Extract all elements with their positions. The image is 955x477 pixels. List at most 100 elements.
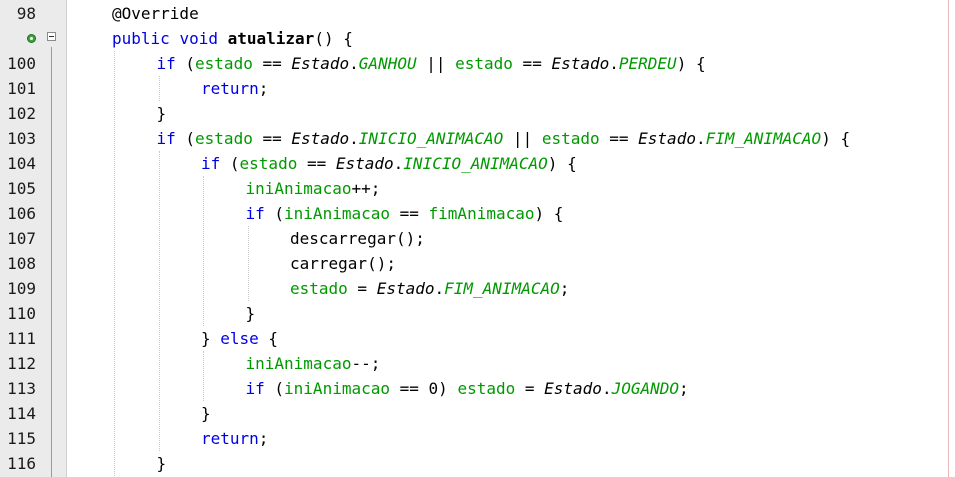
code-token: . bbox=[434, 279, 445, 298]
code-token: estado bbox=[195, 129, 253, 148]
line-number: 109 bbox=[7, 279, 36, 298]
code-token: @Override bbox=[112, 4, 199, 23]
code-text: public void atualizar() { bbox=[112, 26, 353, 51]
code-token: PERDEU bbox=[618, 54, 677, 73]
code-text: return; bbox=[201, 76, 268, 101]
code-line[interactable]: 113 if (iniAnimacao == 0) estado = Estado… bbox=[0, 376, 955, 401]
code-text: estado = Estado.FIM_ANIMACAO; bbox=[290, 276, 569, 301]
code-token: descarregar(); bbox=[290, 229, 425, 248]
code-token: || bbox=[416, 54, 456, 73]
code-line[interactable]: 107 descarregar(); bbox=[0, 226, 955, 251]
code-token: ( bbox=[175, 129, 196, 148]
code-text: if (estado == Estado.INICIO_ANIMACAO || … bbox=[157, 126, 851, 151]
code-line[interactable]: 108 carregar(); bbox=[0, 251, 955, 276]
override-marker-icon[interactable] bbox=[27, 34, 36, 43]
code-text: } bbox=[157, 101, 167, 126]
code-token: estado bbox=[239, 154, 298, 173]
code-token: == 0) bbox=[390, 379, 458, 398]
code-token: JOGANDO bbox=[611, 379, 680, 398]
code-line[interactable]: 100 if (estado == Estado.GANHOU || estado… bbox=[0, 51, 955, 76]
code-line[interactable]: 98 @Override bbox=[0, 1, 955, 26]
code-text: iniAnimacao--; bbox=[246, 351, 381, 376]
code-token: INICIO_ANIMACAO bbox=[403, 154, 548, 173]
fold-toggle-icon[interactable] bbox=[47, 32, 56, 41]
code-line[interactable]: 109 estado = Estado.FIM_ANIMACAO; bbox=[0, 276, 955, 301]
code-token: public bbox=[112, 29, 170, 48]
code-text: } else { bbox=[201, 326, 278, 351]
code-token: == bbox=[599, 129, 639, 148]
code-token: Estado bbox=[551, 54, 610, 73]
line-number: 106 bbox=[7, 204, 36, 223]
code-token: ; bbox=[258, 429, 269, 448]
code-token: Estado bbox=[291, 129, 350, 148]
line-number: 112 bbox=[7, 354, 36, 373]
code-token: return bbox=[201, 429, 259, 448]
code-token: ; bbox=[258, 79, 269, 98]
code-token: ( bbox=[175, 54, 196, 73]
code-token: iniAnimacao bbox=[245, 354, 352, 373]
code-token: ) { bbox=[547, 154, 577, 173]
code-text: iniAnimacao++; bbox=[246, 176, 381, 201]
code-token: = bbox=[347, 279, 377, 298]
indent-guide bbox=[203, 351, 204, 401]
code-line[interactable]: 112 iniAnimacao--; bbox=[0, 351, 955, 376]
code-line[interactable]: 101 return; bbox=[0, 76, 955, 101]
line-number: 115 bbox=[7, 429, 36, 448]
code-line[interactable]: 105 iniAnimacao++; bbox=[0, 176, 955, 201]
code-token: estado bbox=[455, 54, 513, 73]
code-text: if (estado == Estado.INICIO_ANIMACAO) { bbox=[201, 151, 577, 176]
code-line[interactable]: 114} bbox=[0, 401, 955, 426]
line-number: 101 bbox=[7, 79, 36, 98]
code-token: } bbox=[156, 454, 167, 473]
line-number: 116 bbox=[7, 454, 36, 473]
code-token: Estado bbox=[544, 379, 602, 398]
line-number: 103 bbox=[7, 129, 36, 148]
code-token: . bbox=[601, 379, 612, 398]
line-number: 111 bbox=[7, 329, 36, 348]
code-token: FIM_ANIMACAO bbox=[705, 129, 822, 148]
code-line[interactable]: 103 if (estado == Estado.INICIO_ANIMACAO … bbox=[0, 126, 955, 151]
code-line[interactable]: 102} bbox=[0, 101, 955, 126]
code-token: Estado bbox=[335, 154, 394, 173]
code-token: == bbox=[252, 54, 292, 73]
line-number: 110 bbox=[7, 304, 36, 323]
code-token: } bbox=[245, 304, 256, 323]
code-token: . bbox=[609, 54, 619, 73]
indent-guide bbox=[203, 176, 204, 326]
code-line[interactable]: 111 } else { bbox=[0, 326, 955, 351]
code-token: else bbox=[220, 329, 259, 348]
code-line[interactable]: public void atualizar() { bbox=[0, 26, 955, 51]
code-text: } bbox=[157, 451, 167, 476]
code-line[interactable]: 104 if (estado == Estado.INICIO_ANIMACAO)… bbox=[0, 151, 955, 176]
code-token: ( bbox=[264, 204, 285, 223]
code-line[interactable]: 106 if (iniAnimacao == fimAnimacao) { bbox=[0, 201, 955, 226]
code-token: == bbox=[297, 154, 336, 173]
code-token: Estado bbox=[291, 54, 350, 73]
code-token: . bbox=[349, 54, 359, 73]
code-text: } bbox=[246, 301, 256, 326]
code-text: if (estado == Estado.GANHOU || estado ==… bbox=[157, 51, 706, 76]
line-number: 108 bbox=[7, 254, 36, 273]
code-token: estado bbox=[290, 279, 348, 298]
code-text: if (iniAnimacao == 0) estado = Estado.JO… bbox=[246, 376, 689, 401]
code-token: if bbox=[245, 379, 265, 398]
code-token: ) { bbox=[534, 204, 564, 223]
code-token: INICIO_ANIMACAO bbox=[358, 129, 504, 148]
code-line[interactable]: 115 return; bbox=[0, 426, 955, 451]
indent-guide bbox=[158, 76, 160, 101]
code-text: carregar(); bbox=[290, 251, 396, 276]
code-token: GANHOU bbox=[358, 54, 417, 73]
code-token: } bbox=[156, 104, 167, 123]
code-token: == bbox=[390, 204, 429, 223]
code-line[interactable]: 110} bbox=[0, 301, 955, 326]
indent-guide bbox=[158, 151, 160, 451]
code-token: if bbox=[156, 54, 176, 73]
code-token: iniAnimacao bbox=[245, 179, 352, 198]
code-token: ( bbox=[264, 379, 285, 398]
code-token: return bbox=[201, 79, 259, 98]
code-line[interactable]: 116} bbox=[0, 451, 955, 476]
code-token: ; bbox=[559, 279, 570, 298]
code-token: estado bbox=[195, 54, 253, 73]
code-token: ) { bbox=[676, 54, 706, 73]
code-token: . bbox=[349, 129, 359, 148]
